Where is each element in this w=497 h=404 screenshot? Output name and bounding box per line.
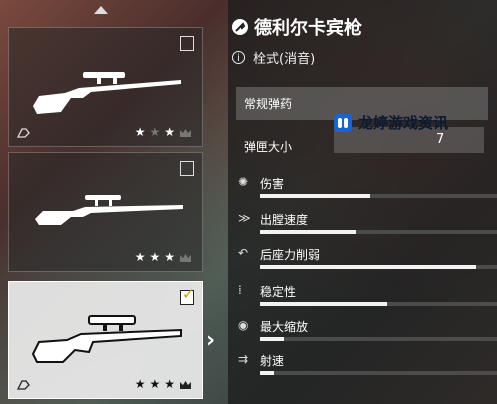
stat-bar bbox=[260, 194, 497, 198]
zoom-icon: ◉ bbox=[238, 318, 249, 332]
rating-stars: ★ ★ ★ bbox=[135, 251, 192, 263]
crown-icon bbox=[180, 129, 191, 137]
rating-stars: ★ ★ ★ bbox=[135, 126, 192, 138]
info-icon[interactable]: i bbox=[232, 51, 245, 64]
loadout-checkbox[interactable]: ✓ bbox=[180, 285, 195, 305]
loadout-checkbox[interactable] bbox=[180, 36, 194, 51]
star-icon: ★ bbox=[134, 377, 146, 391]
magazine-label: 弹匣大小 bbox=[244, 140, 293, 154]
stat-bar bbox=[260, 230, 497, 234]
stat-bar-fill bbox=[260, 371, 275, 375]
rifle-image bbox=[33, 72, 181, 114]
stability-icon: ⁞ bbox=[238, 283, 242, 297]
watermark-text: 龙婷游戏资讯 bbox=[358, 114, 449, 132]
stat-bar bbox=[260, 337, 497, 341]
stat-bar-fill bbox=[260, 337, 284, 341]
stat-label: 后座力削弱 bbox=[260, 248, 321, 262]
star-icon: ★ bbox=[164, 377, 175, 391]
stat-bar-fill bbox=[260, 194, 371, 198]
checkmark-icon: ✓ bbox=[182, 285, 195, 303]
stat-bar bbox=[260, 302, 497, 306]
stat-label: 射速 bbox=[260, 354, 285, 368]
star-icon: ★ bbox=[149, 125, 161, 139]
stat-label: 稳定性 bbox=[260, 285, 297, 299]
stat-bar bbox=[260, 265, 497, 269]
weapon-title-row: 德利尔卡宾枪 bbox=[232, 14, 362, 40]
ammo-selected-label: 常规弹药 bbox=[244, 97, 293, 111]
star-icon: ★ bbox=[149, 250, 161, 264]
star-icon: ★ bbox=[164, 250, 175, 264]
recoil-icon: ↶ bbox=[238, 246, 249, 260]
rifle-image bbox=[35, 195, 183, 225]
loadout-card-3[interactable]: ✓ ★ ★ ★ bbox=[8, 281, 203, 399]
stat-label: 伤害 bbox=[260, 177, 285, 191]
rifle-image bbox=[31, 315, 182, 363]
loadout-card-1[interactable]: ★ ★ ★ bbox=[8, 27, 203, 147]
stat-label: 最大缩放 bbox=[260, 320, 309, 334]
damage-icon: ✺ bbox=[238, 175, 249, 189]
stat-bar-fill bbox=[260, 302, 388, 306]
ammo-type-icon bbox=[17, 380, 30, 390]
magazine-value: 7 bbox=[436, 132, 445, 147]
ammo-type-icon bbox=[17, 128, 30, 138]
wrench-icon bbox=[232, 19, 248, 35]
loadout-card-2[interactable]: ★ ★ ★ bbox=[8, 152, 203, 272]
loadout-checkbox[interactable] bbox=[180, 161, 194, 176]
muzzle-velocity-icon: ≫ bbox=[238, 211, 251, 225]
crown-icon bbox=[180, 381, 191, 389]
star-icon: ★ bbox=[134, 125, 146, 139]
crown-icon bbox=[180, 254, 191, 262]
weapon-name: 德利尔卡宾枪 bbox=[254, 18, 362, 39]
star-icon: ★ bbox=[149, 377, 161, 391]
weapon-action: 栓式(消音) bbox=[253, 52, 316, 67]
stat-bar bbox=[260, 371, 497, 375]
watermark: 龙婷游戏资讯 bbox=[334, 112, 448, 133]
stat-bar-fill bbox=[260, 230, 356, 234]
fire-rate-icon: ⇉ bbox=[238, 352, 249, 366]
weapon-action-row: i 栓式(消音) bbox=[232, 48, 315, 67]
scroll-up-arrow-icon[interactable] bbox=[94, 6, 108, 14]
stat-label: 出膛速度 bbox=[260, 213, 309, 227]
star-icon: ★ bbox=[164, 125, 175, 139]
next-arrow-icon[interactable]: › bbox=[206, 328, 215, 353]
watermark-logo-icon bbox=[334, 113, 352, 132]
rating-stars: ★ ★ ★ bbox=[135, 378, 192, 390]
stat-bar-fill bbox=[260, 265, 476, 269]
star-icon: ★ bbox=[134, 250, 146, 264]
